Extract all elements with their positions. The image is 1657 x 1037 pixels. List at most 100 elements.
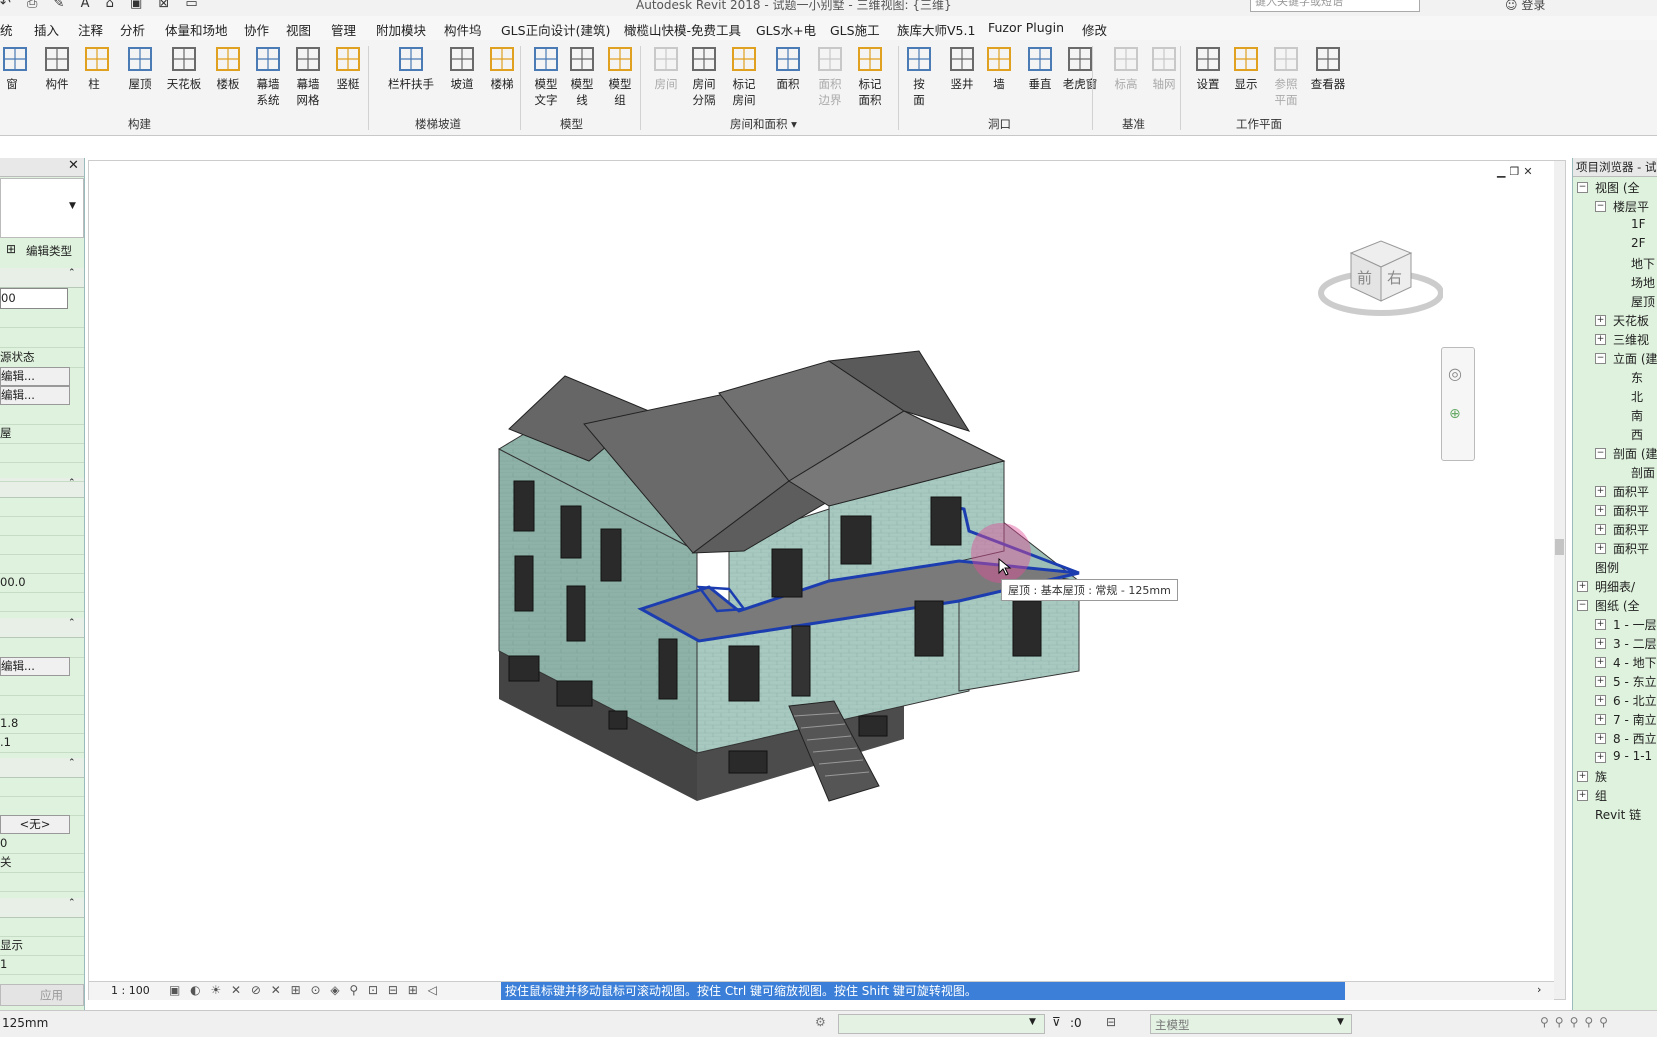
property-group-header[interactable]: ⌃	[0, 898, 84, 918]
ramp-button[interactable]: 坡道	[444, 44, 480, 92]
tab-10[interactable]: GLS正向设计(建筑)	[501, 20, 610, 39]
room-button[interactable]: 房间	[648, 44, 684, 92]
tab-2[interactable]: 注释	[78, 20, 103, 39]
scroll-thumb[interactable]	[1555, 539, 1564, 555]
3d-viewport[interactable]: ▁❐✕ 屋顶: 基本屋顶: 常规 - 125mm 前 右 ◎ ⊕ 1: 1…	[88, 160, 1566, 1000]
browser-item[interactable]: 面积平	[1613, 502, 1649, 519]
curtain-system-button[interactable]: 幕墙 系统	[250, 44, 286, 108]
property-button[interactable]: 编辑...	[0, 386, 70, 405]
set-workplane-button[interactable]: 设置	[1190, 44, 1226, 92]
browser-item[interactable]: 明细表/	[1595, 578, 1635, 595]
type-selector[interactable]: ▼	[0, 178, 84, 238]
browser-item[interactable]: 9 - 1-1	[1613, 749, 1652, 763]
browser-item[interactable]: 场地	[1631, 274, 1655, 291]
property-value[interactable]	[0, 917, 84, 937]
quick-access-toolbar[interactable]: ↶ ⎙ ✎ A ⌂ ▣ ⊠ ▭	[0, 0, 204, 11]
browser-item[interactable]: 3 - 二层	[1613, 635, 1657, 652]
expand-icon[interactable]: +	[1595, 676, 1606, 687]
property-value[interactable]	[0, 328, 84, 348]
expand-icon[interactable]: +	[1595, 524, 1606, 535]
collapse-icon[interactable]: −	[1577, 600, 1588, 611]
tab-6[interactable]: 视图	[286, 20, 311, 39]
browser-item[interactable]: 南	[1631, 407, 1643, 424]
property-group-header[interactable]: ⌃	[0, 268, 84, 288]
tab-12[interactable]: GLS水+电	[756, 20, 816, 39]
tag-area-button[interactable]: 标记 面积	[852, 44, 888, 108]
tab-14[interactable]: 族库大师V5.1	[897, 20, 975, 39]
scale-selector[interactable]: 1 : 100	[111, 984, 150, 997]
tag-room-button[interactable]: 标记 房间	[726, 44, 762, 108]
browser-item[interactable]: 屋顶	[1631, 293, 1655, 310]
tab-15[interactable]: Fuzor Plugin	[988, 20, 1064, 35]
expand-icon[interactable]: +	[1577, 581, 1588, 592]
browser-item[interactable]: 6 - 北立	[1613, 692, 1657, 709]
viewer-button[interactable]: 查看器	[1306, 44, 1350, 92]
design-option-dropdown[interactable]: 主模型 ▼	[1150, 1014, 1352, 1034]
property-value[interactable]	[0, 497, 84, 517]
browser-item[interactable]: 楼层平	[1613, 198, 1649, 215]
expand-icon[interactable]: +	[1595, 619, 1606, 630]
filter-icon[interactable]: ⊽	[1052, 1015, 1061, 1029]
collapse-icon[interactable]: ⌃	[68, 758, 76, 768]
browser-item[interactable]: 1 - 一层	[1613, 616, 1657, 633]
property-button[interactable]: 编辑...	[0, 367, 70, 386]
level-button[interactable]: 标高	[1108, 44, 1144, 92]
property-value[interactable]: 屋	[0, 424, 84, 444]
expand-icon[interactable]: +	[1595, 543, 1606, 554]
collapse-icon[interactable]: −	[1595, 448, 1606, 459]
property-value[interactable]	[0, 796, 84, 816]
property-value[interactable]	[0, 443, 84, 463]
property-button[interactable]: <无>	[0, 815, 70, 834]
dormer-button[interactable]: 老虎窗	[1060, 44, 1100, 92]
collapse-icon[interactable]: ⌃	[68, 268, 76, 278]
property-value[interactable]: 00.0	[0, 573, 84, 593]
model-text-button[interactable]: 模型 文字	[528, 44, 564, 108]
property-value[interactable]	[0, 554, 84, 574]
tab-5[interactable]: 协作	[244, 20, 269, 39]
property-button[interactable]: 编辑...	[0, 657, 70, 676]
browser-item[interactable]: 1F	[1631, 217, 1646, 231]
property-value[interactable]	[0, 516, 84, 536]
by-face-button[interactable]: 按 面	[904, 44, 934, 108]
property-value[interactable]: 1	[0, 955, 84, 975]
browser-item[interactable]: 三维视	[1613, 331, 1649, 348]
browser-item[interactable]: 组	[1595, 787, 1607, 804]
close-icon[interactable]: ✕	[68, 158, 79, 173]
expand-icon[interactable]: +	[1577, 790, 1588, 801]
stair-button[interactable]: 楼梯	[484, 44, 520, 92]
room-separator-button[interactable]: 房间 分隔	[686, 44, 722, 108]
property-value[interactable]: 0	[0, 834, 84, 854]
property-value[interactable]	[0, 308, 84, 328]
viewcube[interactable]: 前 右	[1317, 231, 1444, 321]
browser-item[interactable]: 4 - 地下	[1613, 654, 1657, 671]
view-control-icons[interactable]: ▣ ◐ ☀ ✕ ⊘ ✕ ⊞ ⊙ ◈ ⚲ ⊡ ⊟ ⊞ ◁	[169, 983, 440, 997]
browser-item[interactable]: 天花板	[1613, 312, 1649, 329]
show-workplane-button[interactable]: 显示	[1228, 44, 1264, 92]
expand-icon[interactable]: +	[1595, 315, 1606, 326]
property-value[interactable]: .1	[0, 733, 84, 753]
tab-7[interactable]: 管理	[331, 20, 356, 39]
property-value[interactable]	[0, 535, 84, 555]
viewcube-right-face[interactable]: 右	[1387, 267, 1402, 288]
property-value[interactable]: 关	[0, 853, 84, 873]
window-button[interactable]: 窗	[0, 44, 27, 92]
ref-plane-button[interactable]: 参照 平面	[1268, 44, 1304, 108]
vertical-scrollbar[interactable]	[1554, 161, 1565, 999]
collapse-icon[interactable]: −	[1595, 201, 1606, 212]
area-button[interactable]: 面积	[770, 44, 806, 92]
property-value[interactable]	[0, 592, 84, 612]
browser-item[interactable]: 西	[1631, 426, 1643, 443]
browser-item[interactable]: 剖面	[1631, 464, 1655, 481]
tab-3[interactable]: 分析	[120, 20, 145, 39]
scroll-right-icon[interactable]: ›	[1537, 983, 1541, 996]
browser-item[interactable]: 8 - 西立	[1613, 730, 1657, 747]
expand-icon[interactable]: +	[1595, 714, 1606, 725]
browser-item[interactable]: 北	[1631, 388, 1643, 405]
property-value[interactable]	[0, 638, 84, 658]
tab-0[interactable]: 统	[0, 20, 13, 39]
expand-icon[interactable]: +	[1595, 638, 1606, 649]
expand-icon[interactable]: +	[1595, 486, 1606, 497]
collapse-icon[interactable]: ⌃	[68, 898, 76, 908]
search-input[interactable]: 键入关键字或短语	[1250, 0, 1420, 12]
property-value[interactable]: 源状态	[0, 348, 84, 368]
